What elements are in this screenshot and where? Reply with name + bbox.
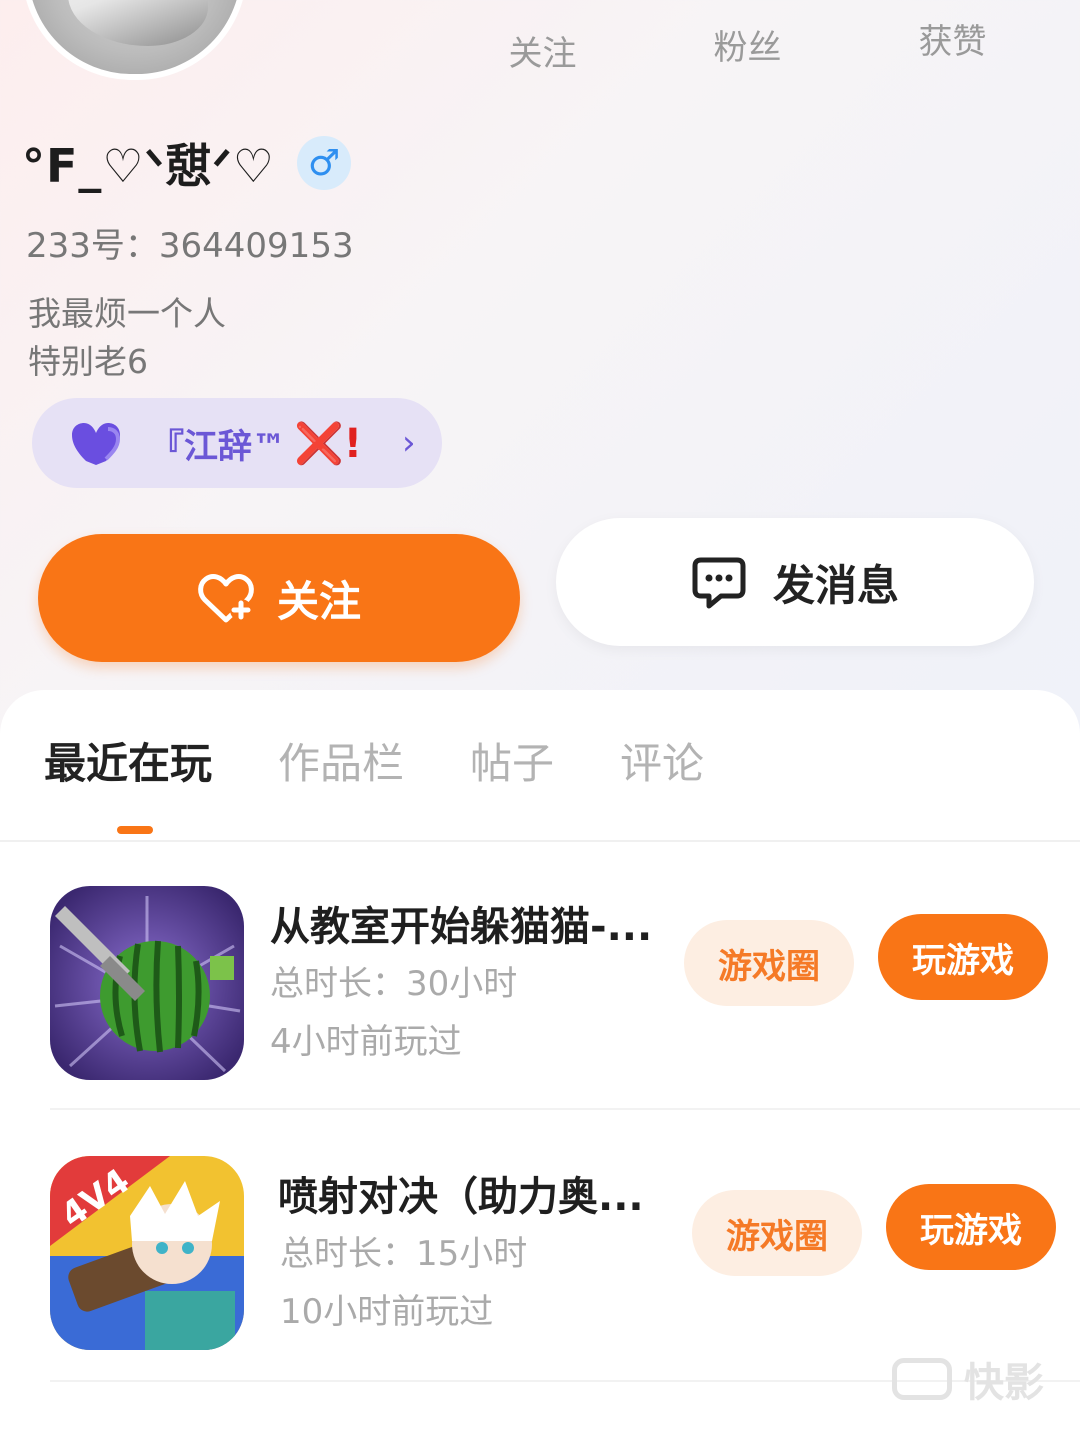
tab-posts[interactable]: 帖子: [470, 730, 554, 791]
game-circle-button[interactable]: 游戏圈: [692, 1190, 862, 1276]
chevron-right-icon: ›: [402, 423, 416, 463]
bio-line: 我最烦一个人: [28, 294, 226, 333]
avatar-image: [68, 0, 208, 46]
stat-fans-label[interactable]: 粉丝: [645, 10, 850, 75]
game-title[interactable]: 从教室开始躲猫猫-...: [270, 894, 652, 952]
heart-plus-icon: [198, 574, 254, 623]
game-last-played: 4小时前玩过: [270, 1022, 462, 1062]
tab-bar: 最近在玩 作品栏 帖子 评论: [44, 730, 770, 791]
follow-button[interactable]: 关注: [38, 534, 520, 662]
game-last-played: 10小时前玩过: [280, 1292, 494, 1332]
send-message-button[interactable]: 发消息: [556, 518, 1034, 646]
tab-recently-played[interactable]: 最近在玩: [44, 730, 212, 791]
divider: [50, 1108, 1080, 1110]
nickname-row: °F_♡ᐠ憇ᐟ♡ ♂: [22, 130, 351, 196]
user-id: 233号：364409153: [26, 226, 354, 266]
game-total-time: 总时长：30小时: [270, 964, 518, 1004]
stat-likes-label[interactable]: 获赞: [850, 10, 1055, 75]
avatar[interactable]: [22, 0, 247, 80]
guild-chip[interactable]: 『江辞™ ❌! ›: [32, 398, 442, 488]
guild-name-suffix: ❌!: [294, 420, 363, 467]
double-heart-icon: [72, 421, 122, 465]
game-icon-spray-duel[interactable]: 4V4: [50, 1156, 244, 1350]
game-total-time: 总时长：15小时: [280, 1234, 528, 1274]
watermark-text: 快影: [964, 1360, 1044, 1406]
game-circle-button[interactable]: 游戏圈: [684, 920, 854, 1006]
active-tab-indicator: [117, 826, 153, 834]
play-game-button[interactable]: 玩游戏: [886, 1184, 1056, 1270]
kuaiying-logo-icon: [892, 1358, 952, 1400]
chat-bubble-icon: [692, 557, 746, 609]
send-message-label: 发消息: [772, 560, 899, 610]
stat-following-label[interactable]: 关注: [440, 10, 645, 75]
male-gender-icon: ♂: [296, 136, 351, 190]
guild-name: 『江辞™: [150, 426, 286, 467]
content-card: 最近在玩 作品栏 帖子 评论 从教室开始躲猫猫-... 总时长：30小时 4小时…: [0, 690, 1080, 1440]
play-game-button[interactable]: 玩游戏: [878, 914, 1048, 1000]
tab-works[interactable]: 作品栏: [278, 730, 404, 791]
divider: [0, 840, 1080, 842]
bio-line: 特别老6: [28, 342, 148, 381]
tab-comments[interactable]: 评论: [620, 730, 704, 791]
kuaiying-watermark: 快影: [892, 1350, 1044, 1408]
bio: 我最烦一个人 特别老6: [28, 290, 226, 386]
game-list-item[interactable]: 从教室开始躲猫猫-... 总时长：30小时 4小时前玩过 游戏圈 玩游戏: [0, 886, 1080, 1116]
stats-bar: 关注 粉丝 获赞: [440, 10, 1060, 75]
nickname: °F_♡ᐠ憇ᐟ♡: [22, 139, 275, 193]
game-icon-watermelon[interactable]: [50, 886, 244, 1080]
follow-button-label: 关注: [276, 576, 361, 626]
game-title[interactable]: 喷射对决（助力奥...: [278, 1164, 644, 1222]
